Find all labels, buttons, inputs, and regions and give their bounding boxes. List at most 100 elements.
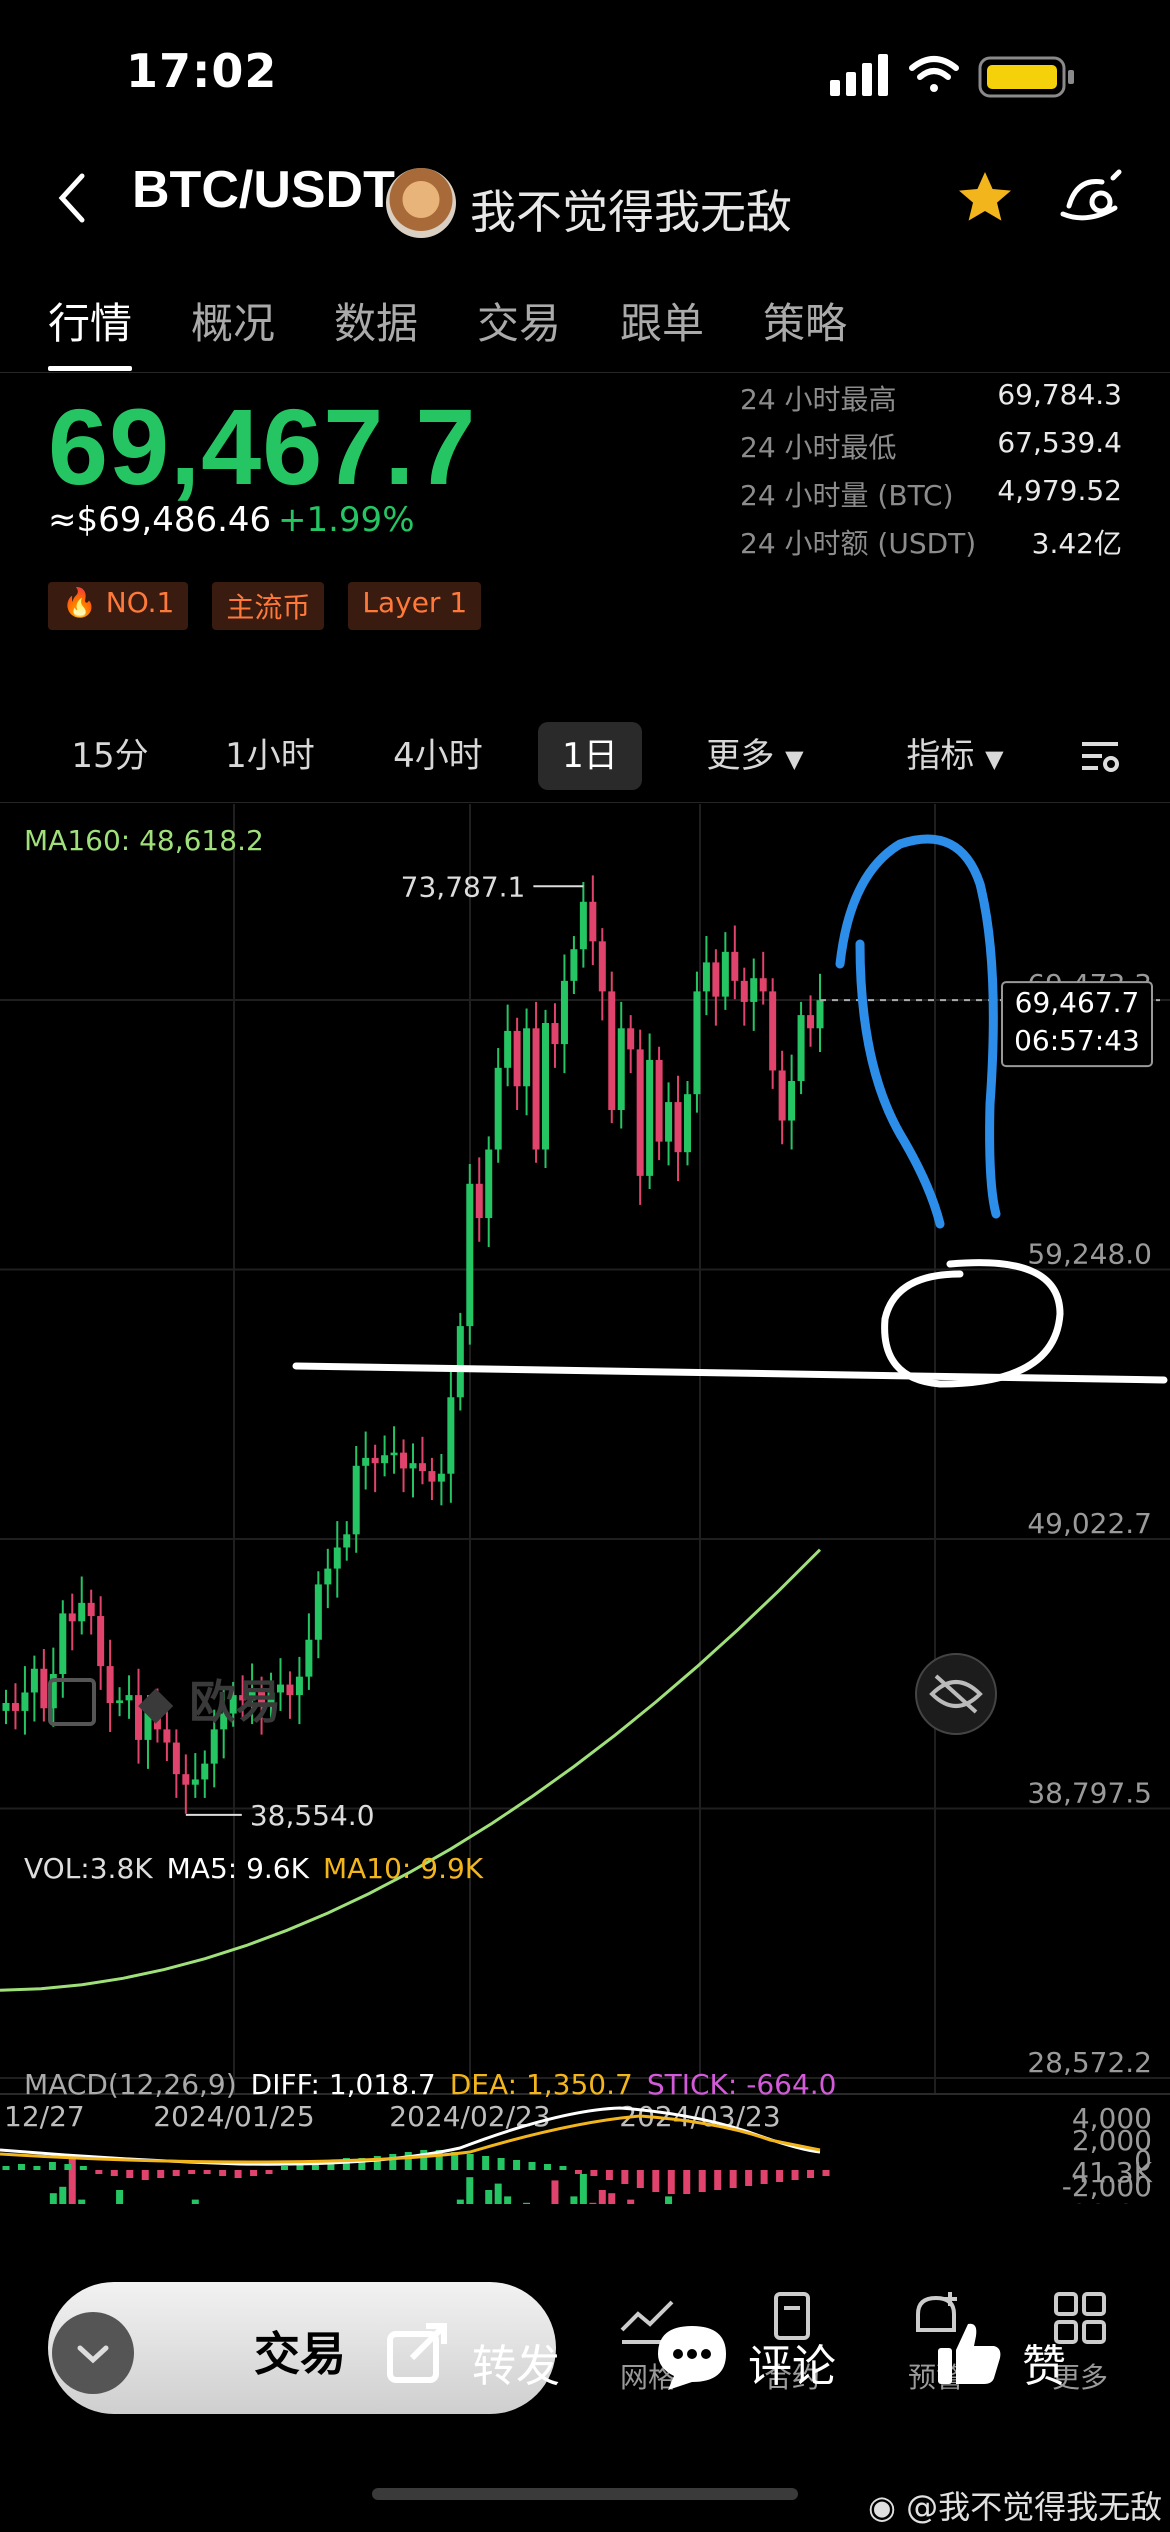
axis-label: 59,248.0	[1027, 1238, 1152, 1271]
macd-bar	[621, 2170, 629, 2184]
interval-1d[interactable]: 1日	[538, 722, 642, 790]
candle	[381, 1455, 389, 1464]
thumbs-up-icon[interactable]	[934, 2318, 1004, 2392]
macd-bar	[219, 2170, 227, 2176]
high-label: 73,787.1	[401, 870, 526, 903]
candle	[30, 1668, 38, 1693]
signal-share-icon[interactable]	[1057, 168, 1127, 232]
candle	[324, 1568, 332, 1585]
macd-diff-line	[0, 2106, 821, 2166]
candle	[116, 1700, 124, 1704]
macd-bar	[404, 2152, 412, 2170]
macd-bar	[574, 2170, 582, 2174]
ma160-line	[0, 1548, 822, 1992]
macd-bar	[126, 2170, 134, 2178]
back-button[interactable]	[52, 168, 92, 232]
signal-icon	[830, 54, 888, 96]
macd-bar	[559, 2166, 567, 2170]
macd-bar	[714, 2170, 722, 2190]
candle	[683, 1094, 691, 1153]
candle	[40, 1668, 48, 1709]
candle	[589, 901, 597, 942]
macd-bar	[776, 2170, 784, 2182]
candle	[608, 991, 616, 1110]
macd-bar	[172, 2170, 180, 2176]
interval-1h[interactable]: 1小时	[200, 722, 340, 790]
chevron-down-icon	[77, 2345, 109, 2364]
macd-bar	[188, 2170, 196, 2174]
macd-bar	[745, 2170, 753, 2186]
axis-label: 28,572.2	[1027, 2046, 1152, 2079]
like-overlay-label: 赞	[1022, 2341, 1066, 2392]
low-label: 38,554.0	[250, 1799, 375, 1832]
favorite-star-icon[interactable]	[955, 168, 1015, 232]
candle	[646, 1059, 654, 1176]
weibo-logo-icon: ◉	[868, 2488, 896, 2526]
candle	[579, 901, 587, 950]
stat-high: 24 小时最高 69,784.3	[740, 378, 1122, 416]
tab-market[interactable]: 行情	[48, 290, 191, 351]
share-overlay-icon[interactable]	[384, 2318, 454, 2392]
candle	[286, 1684, 294, 1696]
pair-title[interactable]: BTC/USDT	[132, 160, 395, 220]
rank-badge[interactable]: 🔥 NO.1	[48, 582, 189, 630]
price-chart[interactable]: 73,787.138,554.069,473.359,248.049,022.7…	[0, 804, 1170, 2204]
macd-bar	[64, 2164, 72, 2170]
candle	[504, 1030, 512, 1068]
last-price: 69,467.7	[48, 386, 477, 507]
tab-indicator	[48, 366, 132, 371]
ma160-label: MA160: 48,618.2	[24, 824, 264, 857]
interval-4h[interactable]: 4小时	[368, 722, 508, 790]
candle	[210, 1729, 218, 1764]
candle	[68, 1613, 76, 1622]
macd-bar	[234, 2170, 242, 2178]
wifi-icon	[909, 56, 959, 92]
candle	[542, 1023, 550, 1150]
macd-bar	[203, 2170, 211, 2174]
indicator-menu[interactable]: 指标 ▼	[890, 722, 1020, 790]
badges: 🔥 NO.1 主流币 Layer 1	[48, 582, 482, 630]
stat-volume: 24 小时量 (BTC) 4,979.52	[740, 474, 1122, 512]
tab-trade[interactable]: 交易	[477, 290, 620, 351]
candle	[456, 1326, 464, 1398]
candle	[106, 1666, 114, 1704]
interval-more[interactable]: 更多 ▼	[690, 722, 820, 790]
candle	[702, 962, 710, 992]
candle	[191, 1779, 199, 1785]
tab-copy[interactable]: 跟单	[620, 290, 763, 351]
candle	[78, 1602, 86, 1622]
candle	[560, 980, 568, 1045]
candle	[87, 1602, 95, 1617]
trade-label: 交易	[254, 2327, 346, 2381]
category-badge[interactable]: 主流币	[212, 582, 325, 630]
collapse-button[interactable]	[52, 2312, 134, 2394]
tab-data[interactable]: 数据	[334, 290, 477, 351]
macd-bar	[157, 2170, 165, 2178]
candle	[636, 1049, 644, 1176]
countdown-text: 06:57:43	[1014, 1024, 1140, 1057]
macd-bar	[822, 2170, 830, 2176]
candle	[627, 1028, 635, 1050]
status-time: 17:02	[126, 44, 278, 98]
comment-overlay-icon[interactable]	[654, 2320, 730, 2400]
candle	[437, 1473, 445, 1482]
chart-settings-icon[interactable]	[1070, 722, 1130, 790]
chevron-left-icon	[58, 173, 85, 223]
layer-badge[interactable]: Layer 1	[348, 582, 482, 630]
divider	[0, 802, 1170, 803]
macd-bar	[683, 2170, 691, 2194]
candle	[750, 978, 758, 1002]
candle	[400, 1452, 408, 1469]
tab-strategy[interactable]: 策略	[763, 290, 906, 351]
brand-watermark: ◆ 欧易	[138, 1675, 281, 1729]
macd-bar	[141, 2170, 149, 2180]
candle	[11, 1703, 19, 1711]
tab-overview[interactable]: 概况	[191, 290, 334, 351]
candle	[532, 1028, 540, 1150]
change-percent: +1.99%	[278, 500, 415, 540]
macd-bar	[2, 2166, 10, 2170]
candle	[693, 991, 701, 1095]
candle	[674, 1102, 682, 1153]
macd-bar	[466, 2154, 474, 2170]
interval-15m[interactable]: 15分	[40, 722, 180, 790]
